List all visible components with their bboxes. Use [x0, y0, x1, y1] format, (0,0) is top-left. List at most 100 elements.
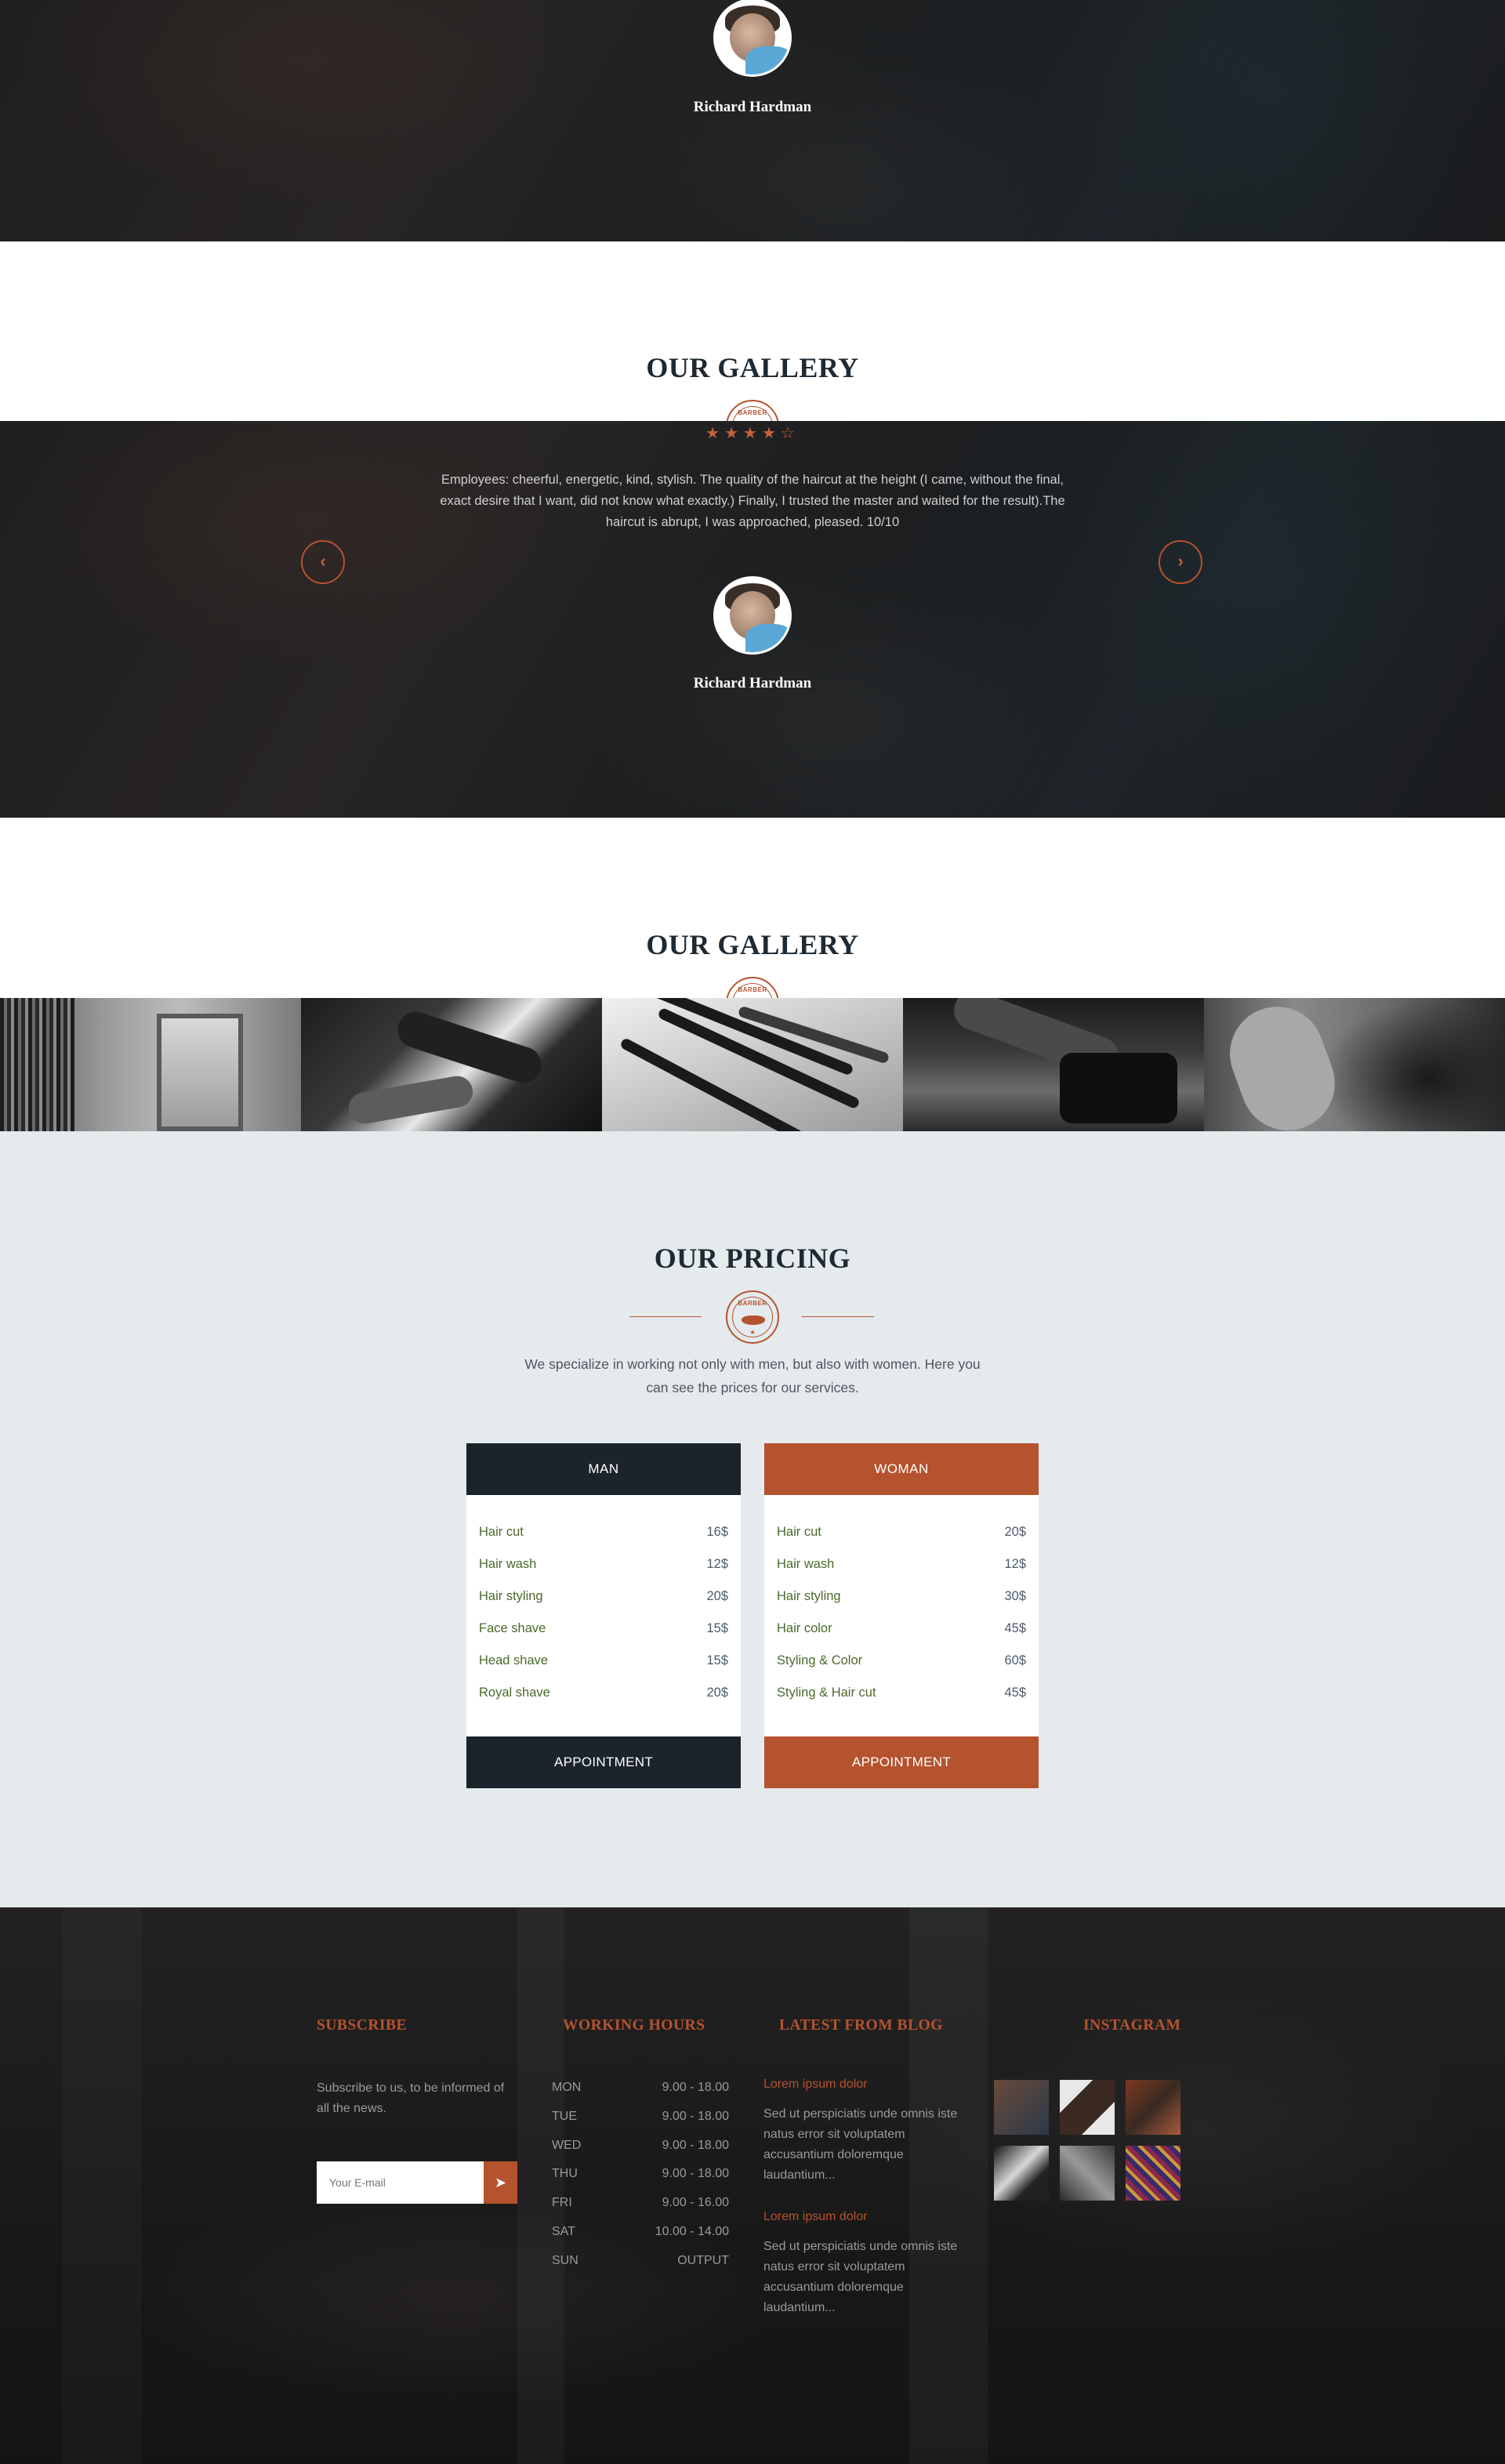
- service-price: 15$: [706, 1653, 728, 1667]
- gallery-image-client-chair[interactable]: [903, 998, 1204, 1131]
- blog-post: Lorem ipsum dolor Sed ut perspiciatis un…: [763, 2078, 959, 2186]
- pricing-card-woman: WOMAN Hair cut 20$ Hair wash 12$ Hair styl…: [764, 1443, 1039, 1788]
- pricing-card-title: WOMAN: [764, 1443, 1039, 1495]
- hours-time: 9.00 - 18.00: [662, 2138, 729, 2152]
- hours-time: 9.00 - 16.00: [662, 2196, 729, 2210]
- service-name: Face shave: [479, 1621, 546, 1635]
- testimonial-section-top: Richard Hardman: [0, 0, 1505, 241]
- price-row: Hair cut 16$: [479, 1525, 728, 1557]
- gallery-image-barber-at-work[interactable]: [301, 998, 602, 1131]
- subscribe-text: Subscribe to us, to be informed of all t…: [317, 2081, 505, 2115]
- service-name: Styling & Hair cut: [777, 1686, 876, 1700]
- email-input[interactable]: [317, 2161, 484, 2204]
- service-price: 12$: [706, 1557, 728, 1571]
- paper-plane-icon: ➤: [494, 2175, 507, 2190]
- blog-post-title[interactable]: Lorem ipsum dolor: [763, 2210, 959, 2224]
- hours-day: THU: [552, 2167, 578, 2181]
- testimonial-author: Richard Hardman: [693, 99, 812, 115]
- hours-row: SUN OUTPUT: [552, 2254, 729, 2283]
- subscribe-send-button[interactable]: ➤: [484, 2161, 517, 2204]
- blog-post-title[interactable]: Lorem ipsum dolor: [763, 2078, 959, 2092]
- gallery-image-beard-trim[interactable]: [1204, 998, 1505, 1131]
- subscribe-form: ➤: [317, 2161, 517, 2204]
- pricing-card-title: MAN: [466, 1443, 741, 1495]
- hours-row: FRI 9.00 - 16.00: [552, 2196, 729, 2225]
- gallery-strip: [0, 998, 1505, 1131]
- price-row: Styling & Color 60$: [777, 1653, 1026, 1686]
- hours-row: TUE 9.00 - 18.00: [552, 2110, 729, 2139]
- service-price: 20$: [1004, 1525, 1026, 1539]
- instagram-thumbnail[interactable]: [994, 2080, 1049, 2135]
- footer: SUBSCRIBE Subscribe to us, to be informe…: [0, 1907, 1505, 2464]
- service-name: Hair wash: [479, 1557, 537, 1571]
- gallery-heading: OUR GALLERY: [646, 929, 859, 960]
- service-name: Hair styling: [777, 1589, 841, 1603]
- price-row: Hair cut 20$: [777, 1525, 1026, 1557]
- price-row: Hair styling 20$: [479, 1589, 728, 1621]
- hours-row: SAT 10.00 - 14.00: [552, 2225, 729, 2254]
- service-price: 20$: [706, 1589, 728, 1603]
- service-price: 45$: [1004, 1621, 1026, 1635]
- chevron-left-icon: ‹: [320, 551, 326, 571]
- hours-day: FRI: [552, 2196, 572, 2210]
- service-name: Hair styling: [479, 1589, 543, 1603]
- service-price: 20$: [706, 1686, 728, 1700]
- testimonial-author: Richard Hardman: [693, 675, 812, 691]
- hours-day: TUE: [552, 2109, 577, 2123]
- price-row: Hair wash 12$: [777, 1557, 1026, 1589]
- service-name: Hair cut: [777, 1525, 821, 1539]
- instagram-thumbnail[interactable]: [1126, 2146, 1180, 2201]
- pricing-card-man: MAN Hair cut 16$ Hair wash 12$ Hair stylin…: [466, 1443, 741, 1788]
- divider-line: [629, 1316, 702, 1317]
- divider-line: [802, 1316, 874, 1317]
- blog-title: LATEST FROM BLOG: [779, 2017, 943, 2034]
- hours-time: 9.00 - 18.00: [662, 2081, 729, 2094]
- gallery-image-barber-tools[interactable]: [602, 998, 903, 1131]
- barber-emblem-icon: BARBER★: [726, 1290, 779, 1344]
- prev-testimonial-button[interactable]: ‹: [301, 540, 345, 584]
- service-price: 30$: [1004, 1589, 1026, 1603]
- next-testimonial-button[interactable]: ›: [1159, 540, 1202, 584]
- hours-day: SAT: [552, 2224, 575, 2238]
- hours-day: MON: [552, 2081, 582, 2094]
- chevron-right-icon: ›: [1177, 551, 1184, 571]
- testimonial-avatar: [713, 576, 792, 655]
- service-name: Hair color: [777, 1621, 832, 1635]
- hours-day: WED: [552, 2138, 582, 2152]
- instagram-grid: [994, 2080, 1184, 2201]
- price-row: Hair styling 30$: [777, 1589, 1026, 1621]
- instagram-thumbnail[interactable]: [1060, 2146, 1115, 2201]
- hours-row: MON 9.00 - 18.00: [552, 2081, 729, 2110]
- hours-row: THU 9.00 - 18.00: [552, 2167, 729, 2196]
- hours-day: SUN: [552, 2253, 578, 2267]
- price-row: Royal shave 20$: [479, 1686, 728, 1718]
- price-row: Head shave 15$: [479, 1653, 728, 1686]
- hours-time: 9.00 - 18.00: [662, 2109, 729, 2123]
- price-row: Hair wash 12$: [479, 1557, 728, 1589]
- testimonial-avatar: [713, 0, 792, 77]
- hours-time: OUTPUT: [677, 2253, 729, 2267]
- gallery-heading: OUR GALLERY: [646, 352, 859, 383]
- subscribe-title: SUBSCRIBE: [317, 2017, 408, 2034]
- price-row: Hair color 45$: [777, 1621, 1026, 1653]
- service-name: Royal shave: [479, 1686, 550, 1700]
- pricing-heading: OUR PRICING: [654, 1243, 851, 1274]
- blog-post: Lorem ipsum dolor Sed ut perspiciatis un…: [763, 2210, 959, 2318]
- hours-time: 9.00 - 18.00: [662, 2167, 729, 2181]
- service-price: 12$: [1004, 1557, 1026, 1571]
- testimonial-quote: Employees: cheerful, energetic, kind, st…: [440, 473, 1065, 529]
- price-row: Styling & Hair cut 45$: [777, 1686, 1026, 1718]
- instagram-thumbnail[interactable]: [1126, 2080, 1180, 2135]
- working-hours-title: WORKING HOURS: [563, 2017, 705, 2034]
- appointment-button-woman[interactable]: APPOINTMENT: [764, 1736, 1039, 1788]
- blog-post-excerpt: Sed ut perspiciatis unde omnis iste natu…: [763, 2240, 958, 2314]
- testimonial-section: ★★★★☆ Employees: cheerful, energetic, ki…: [0, 421, 1505, 818]
- instagram-thumbnail[interactable]: [994, 2146, 1049, 2201]
- service-price: 16$: [706, 1525, 728, 1539]
- appointment-button-man[interactable]: APPOINTMENT: [466, 1736, 741, 1788]
- pricing-intro: We specialize in working not only with m…: [524, 1356, 981, 1395]
- instagram-thumbnail[interactable]: [1060, 2080, 1115, 2135]
- price-row: Face shave 15$: [479, 1621, 728, 1653]
- gallery-image-barbershop-door[interactable]: [0, 998, 301, 1131]
- service-name: Head shave: [479, 1653, 549, 1667]
